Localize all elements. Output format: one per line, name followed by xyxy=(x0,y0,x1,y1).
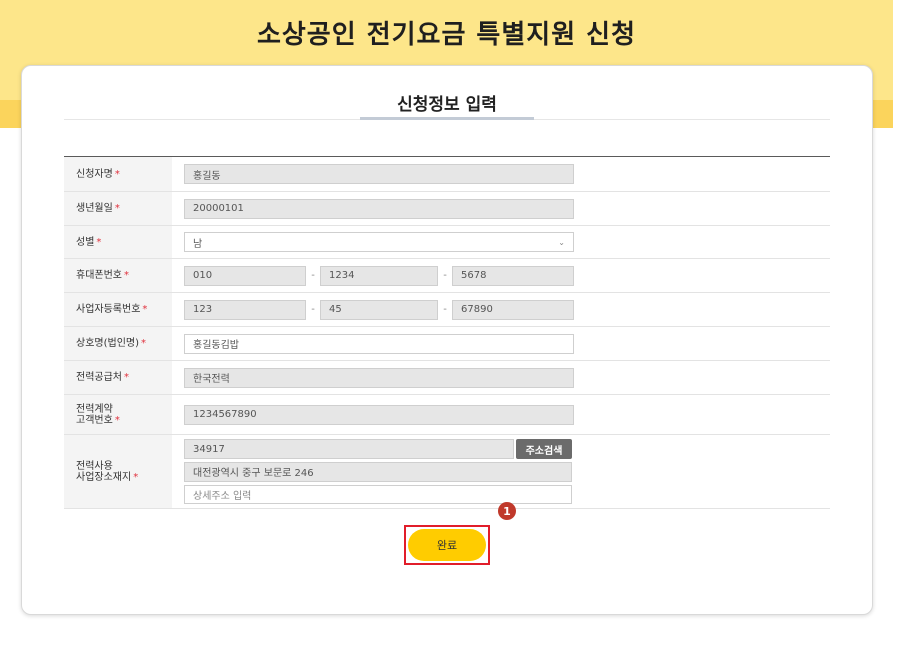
row-bizno: 사업자등록번호 * 123 - 45 - 67890 xyxy=(64,293,830,327)
row-company: 상호명(법인명) * 홍길동김밥 xyxy=(64,327,830,361)
bizno-part1-field[interactable]: 123 xyxy=(184,299,306,320)
label-bizno: 사업자등록번호 * xyxy=(64,293,172,326)
company-field[interactable]: 홍길동김밥 xyxy=(184,333,574,354)
phone-part2-field[interactable]: 1234 xyxy=(320,265,438,286)
name-field[interactable]: 홍길동 xyxy=(184,164,574,184)
phone-part3-field[interactable]: 5678 xyxy=(452,265,574,286)
chevron-down-icon: ⌄ xyxy=(558,237,565,247)
label-phone: 휴대폰번호 * xyxy=(64,259,172,292)
detail-address-input[interactable]: 상세주소 입력 xyxy=(184,484,572,504)
section-title-underline xyxy=(360,117,534,120)
label-address: 전력사용 사업장소재지 * xyxy=(64,435,172,508)
label-supplier: 전력공급처 * xyxy=(64,361,172,394)
base-address-field[interactable]: 대전광역시 중구 보문로 246 xyxy=(184,462,572,482)
row-phone: 휴대폰번호 * 010 - 1234 - 5678 xyxy=(64,259,830,293)
form-card: 신청정보 입력 신청자명 * 홍길동 생년월일 * 20000101 성별 * 남 ⌄ … xyxy=(21,65,873,615)
step-badge: 1 xyxy=(498,502,516,520)
row-gender: 성별 * 남 ⌄ xyxy=(64,226,830,259)
zipcode-field[interactable]: 34917 xyxy=(184,439,514,459)
label-name: 신청자명 * xyxy=(64,157,172,191)
row-address: 전력사용 사업장소재지 * 34917 주소검색 대전광역시 중구 보문로 246 … xyxy=(64,435,830,509)
phone-part1-field[interactable]: 010 xyxy=(184,265,306,286)
customer-no-field[interactable]: 1234567890 xyxy=(184,404,574,425)
bizno-part3-field[interactable]: 67890 xyxy=(452,299,574,320)
row-supplier: 전력공급처 * 한국전력 xyxy=(64,361,830,395)
complete-button[interactable]: 완료 xyxy=(408,529,486,561)
page-title: 소상공인 전기요금 특별지원 신청 xyxy=(256,20,637,50)
gender-select[interactable]: 남 ⌄ xyxy=(184,232,574,252)
address-search-button[interactable]: 주소검색 xyxy=(516,439,572,459)
row-birth: 생년월일 * 20000101 xyxy=(64,192,830,226)
label-customer-no: 전력계약 고객번호 * xyxy=(64,395,172,434)
row-customer-no: 전력계약 고객번호 * 1234567890 xyxy=(64,395,830,435)
label-company: 상호명(법인명) * xyxy=(64,327,172,360)
bizno-part2-field[interactable]: 45 xyxy=(320,299,438,320)
highlight-box: 완료 xyxy=(404,525,490,565)
row-name: 신청자명 * 홍길동 xyxy=(64,157,830,192)
application-form: 신청자명 * 홍길동 생년월일 * 20000101 성별 * 남 ⌄ 휴대폰번호 * 0… xyxy=(64,156,830,509)
supplier-field[interactable]: 한국전력 xyxy=(184,367,574,388)
label-birth: 생년월일 * xyxy=(64,192,172,225)
birth-field[interactable]: 20000101 xyxy=(184,198,574,219)
section-title: 신청정보 입력 xyxy=(397,95,497,115)
label-gender: 성별 * xyxy=(64,226,172,258)
